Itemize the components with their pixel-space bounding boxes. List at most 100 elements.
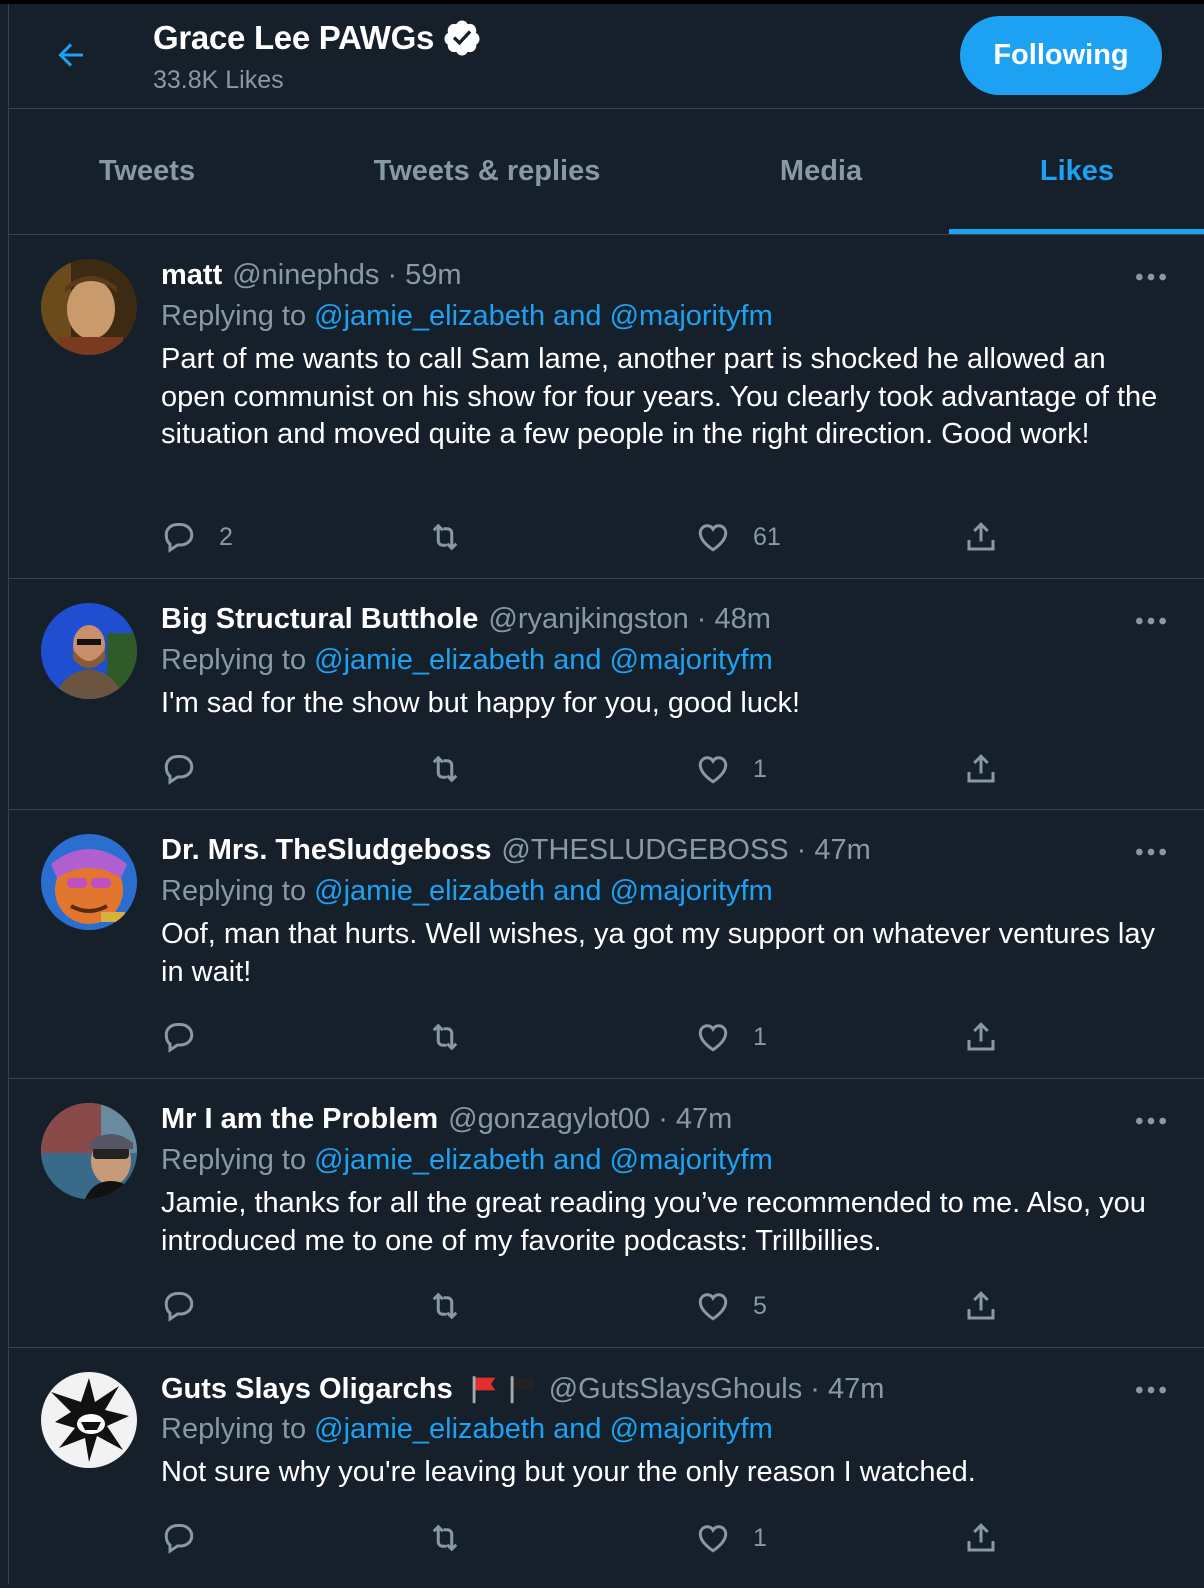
like-button[interactable]: 5 (695, 1286, 767, 1326)
like-button[interactable]: 61 (695, 517, 781, 557)
author-name[interactable]: matt (161, 259, 222, 292)
tweet-item[interactable]: Mr I am the Problem @gonzagylot00 · 47m … (9, 1079, 1204, 1348)
reply-icon (164, 1292, 194, 1322)
avatar[interactable] (41, 1372, 137, 1468)
like-button[interactable]: 1 (695, 1518, 767, 1558)
more-button[interactable] (1131, 257, 1171, 297)
like-count: 1 (753, 754, 767, 783)
tweet-text: Not sure why you're leaving but your the… (161, 1456, 976, 1488)
reply-count: 2 (219, 522, 233, 551)
share-icon (967, 522, 995, 551)
author-name[interactable]: Big Structural Butthole (161, 603, 478, 636)
author-handle-time[interactable]: @ryanjkingston · 48m (488, 603, 771, 636)
replying-prefix: Replying to (161, 1413, 315, 1445)
tweet-actions: 5 (161, 1286, 1011, 1326)
tweet-text: Part of me wants to call Sam lame, anoth… (161, 343, 1158, 451)
like-button[interactable]: 1 (695, 1017, 767, 1057)
heart-icon (698, 1525, 728, 1553)
reply-button[interactable]: 2 (161, 517, 233, 557)
profile-title: Grace Lee PAWGs (153, 18, 482, 58)
replying-to-links[interactable]: @jamie_elizabeth and @majorityfm (314, 300, 773, 332)
tab-tweets[interactable]: Tweets (9, 109, 285, 234)
profile-tabs: Tweets Tweets & replies Media Likes (9, 109, 1204, 235)
author-handle-time[interactable]: @ninephds · 59m (232, 259, 461, 292)
tab-tweets-and-replies[interactable]: Tweets & replies (285, 109, 689, 234)
reply-button[interactable] (161, 1286, 219, 1326)
tab-media[interactable]: Media (689, 109, 953, 234)
reply-button[interactable] (161, 1017, 219, 1057)
retweet-icon (432, 1292, 458, 1320)
tweet-actions: 2 61 (161, 517, 1011, 557)
like-count: 61 (753, 522, 781, 551)
profile-name: Grace Lee PAWGs (153, 19, 435, 56)
author-handle-time[interactable]: @GutsSlaysGhouls · 47m (549, 1373, 885, 1406)
tweet-item[interactable]: Big Structural Butthole @ryanjkingston ·… (9, 579, 1204, 810)
retweet-button[interactable] (427, 517, 485, 557)
reply-button[interactable] (161, 749, 219, 789)
like-button[interactable]: 1 (695, 749, 767, 789)
tweet-item[interactable]: Guts Slays Oligarchs @GutsSlaysGhouls · … (9, 1348, 1204, 1588)
reply-icon (164, 1524, 194, 1554)
retweet-button[interactable] (427, 749, 485, 789)
like-count: 1 (753, 1022, 767, 1051)
tweet-text: Oof, man that hurts. Well wishes, ya got… (161, 918, 1155, 988)
share-button[interactable] (963, 1017, 999, 1057)
following-button[interactable]: Following (960, 16, 1162, 95)
more-button[interactable] (1131, 1370, 1171, 1410)
tweet-text: Jamie, thanks for all the great reading … (161, 1187, 1146, 1257)
share-button[interactable] (963, 517, 999, 557)
tweet-header: matt @ninephds · 59m (161, 259, 462, 292)
profile-timeline-column: Grace Lee PAWGs 33.8K Likes Following Tw… (8, 4, 1204, 1584)
author-handle-time[interactable]: @gonzagylot00 · 47m (448, 1103, 732, 1136)
reply-icon (164, 523, 194, 553)
back-button[interactable] (53, 37, 89, 73)
more-dots-icon (1136, 1117, 1166, 1125)
share-icon (967, 1523, 995, 1552)
reply-icon (164, 755, 194, 785)
replying-to-links[interactable]: @jamie_elizabeth and @majorityfm (314, 1413, 773, 1445)
tweet-header: Guts Slays Oligarchs @GutsSlaysGhouls · … (161, 1372, 884, 1406)
retweet-icon (432, 1524, 458, 1552)
more-button[interactable] (1131, 601, 1171, 641)
tweet-text: I'm sad for the show but happy for you, … (161, 687, 801, 719)
reply-icon (164, 1023, 194, 1053)
author-name[interactable]: Mr I am the Problem (161, 1103, 438, 1136)
replying-to-links[interactable]: @jamie_elizabeth and @majorityfm (314, 644, 773, 676)
replying-prefix: Replying to (161, 1144, 315, 1176)
avatar[interactable] (41, 1103, 137, 1199)
avatar[interactable] (41, 603, 137, 699)
heart-icon (698, 524, 728, 552)
share-icon (967, 1291, 995, 1320)
more-button[interactable] (1131, 1101, 1171, 1141)
tweet-item[interactable]: Dr. Mrs. TheSludgeboss @THESLUDGEBOSS · … (9, 810, 1204, 1079)
retweet-icon (432, 755, 458, 783)
share-button[interactable] (963, 749, 999, 789)
tweet-header: Big Structural Butthole @ryanjkingston ·… (161, 603, 771, 636)
replying-to: Replying to @jamie_elizabeth and @majori… (161, 644, 773, 677)
replying-to-links[interactable]: @jamie_elizabeth and @majorityfm (314, 1144, 773, 1176)
retweet-button[interactable] (427, 1017, 485, 1057)
retweet-button[interactable] (427, 1286, 485, 1326)
author-name[interactable]: Dr. Mrs. TheSludgeboss (161, 834, 491, 867)
avatar[interactable] (41, 834, 137, 930)
more-button[interactable] (1131, 832, 1171, 872)
retweet-icon (432, 523, 458, 551)
tab-likes[interactable]: Likes (949, 109, 1204, 234)
author-name[interactable]: Guts Slays Oligarchs (161, 1373, 453, 1406)
tweet-header: Dr. Mrs. TheSludgeboss @THESLUDGEBOSS · … (161, 834, 871, 867)
heart-icon (698, 1293, 728, 1321)
avatar[interactable] (41, 259, 137, 355)
tweet-item[interactable]: matt @ninephds · 59m Replying to @jamie_… (9, 235, 1204, 579)
share-icon (967, 754, 995, 783)
share-button[interactable] (963, 1286, 999, 1326)
like-count: 1 (753, 1523, 767, 1552)
black-flag-icon (510, 1376, 534, 1404)
retweet-button[interactable] (427, 1518, 485, 1558)
reply-button[interactable] (161, 1518, 219, 1558)
replying-to: Replying to @jamie_elizabeth and @majori… (161, 1144, 773, 1177)
author-handle-time[interactable]: @THESLUDGEBOSS · 47m (501, 834, 870, 867)
replying-to-links[interactable]: @jamie_elizabeth and @majorityfm (314, 875, 773, 907)
share-button[interactable] (963, 1518, 999, 1558)
tweet-header: Mr I am the Problem @gonzagylot00 · 47m (161, 1103, 732, 1136)
more-dots-icon (1136, 1386, 1166, 1394)
